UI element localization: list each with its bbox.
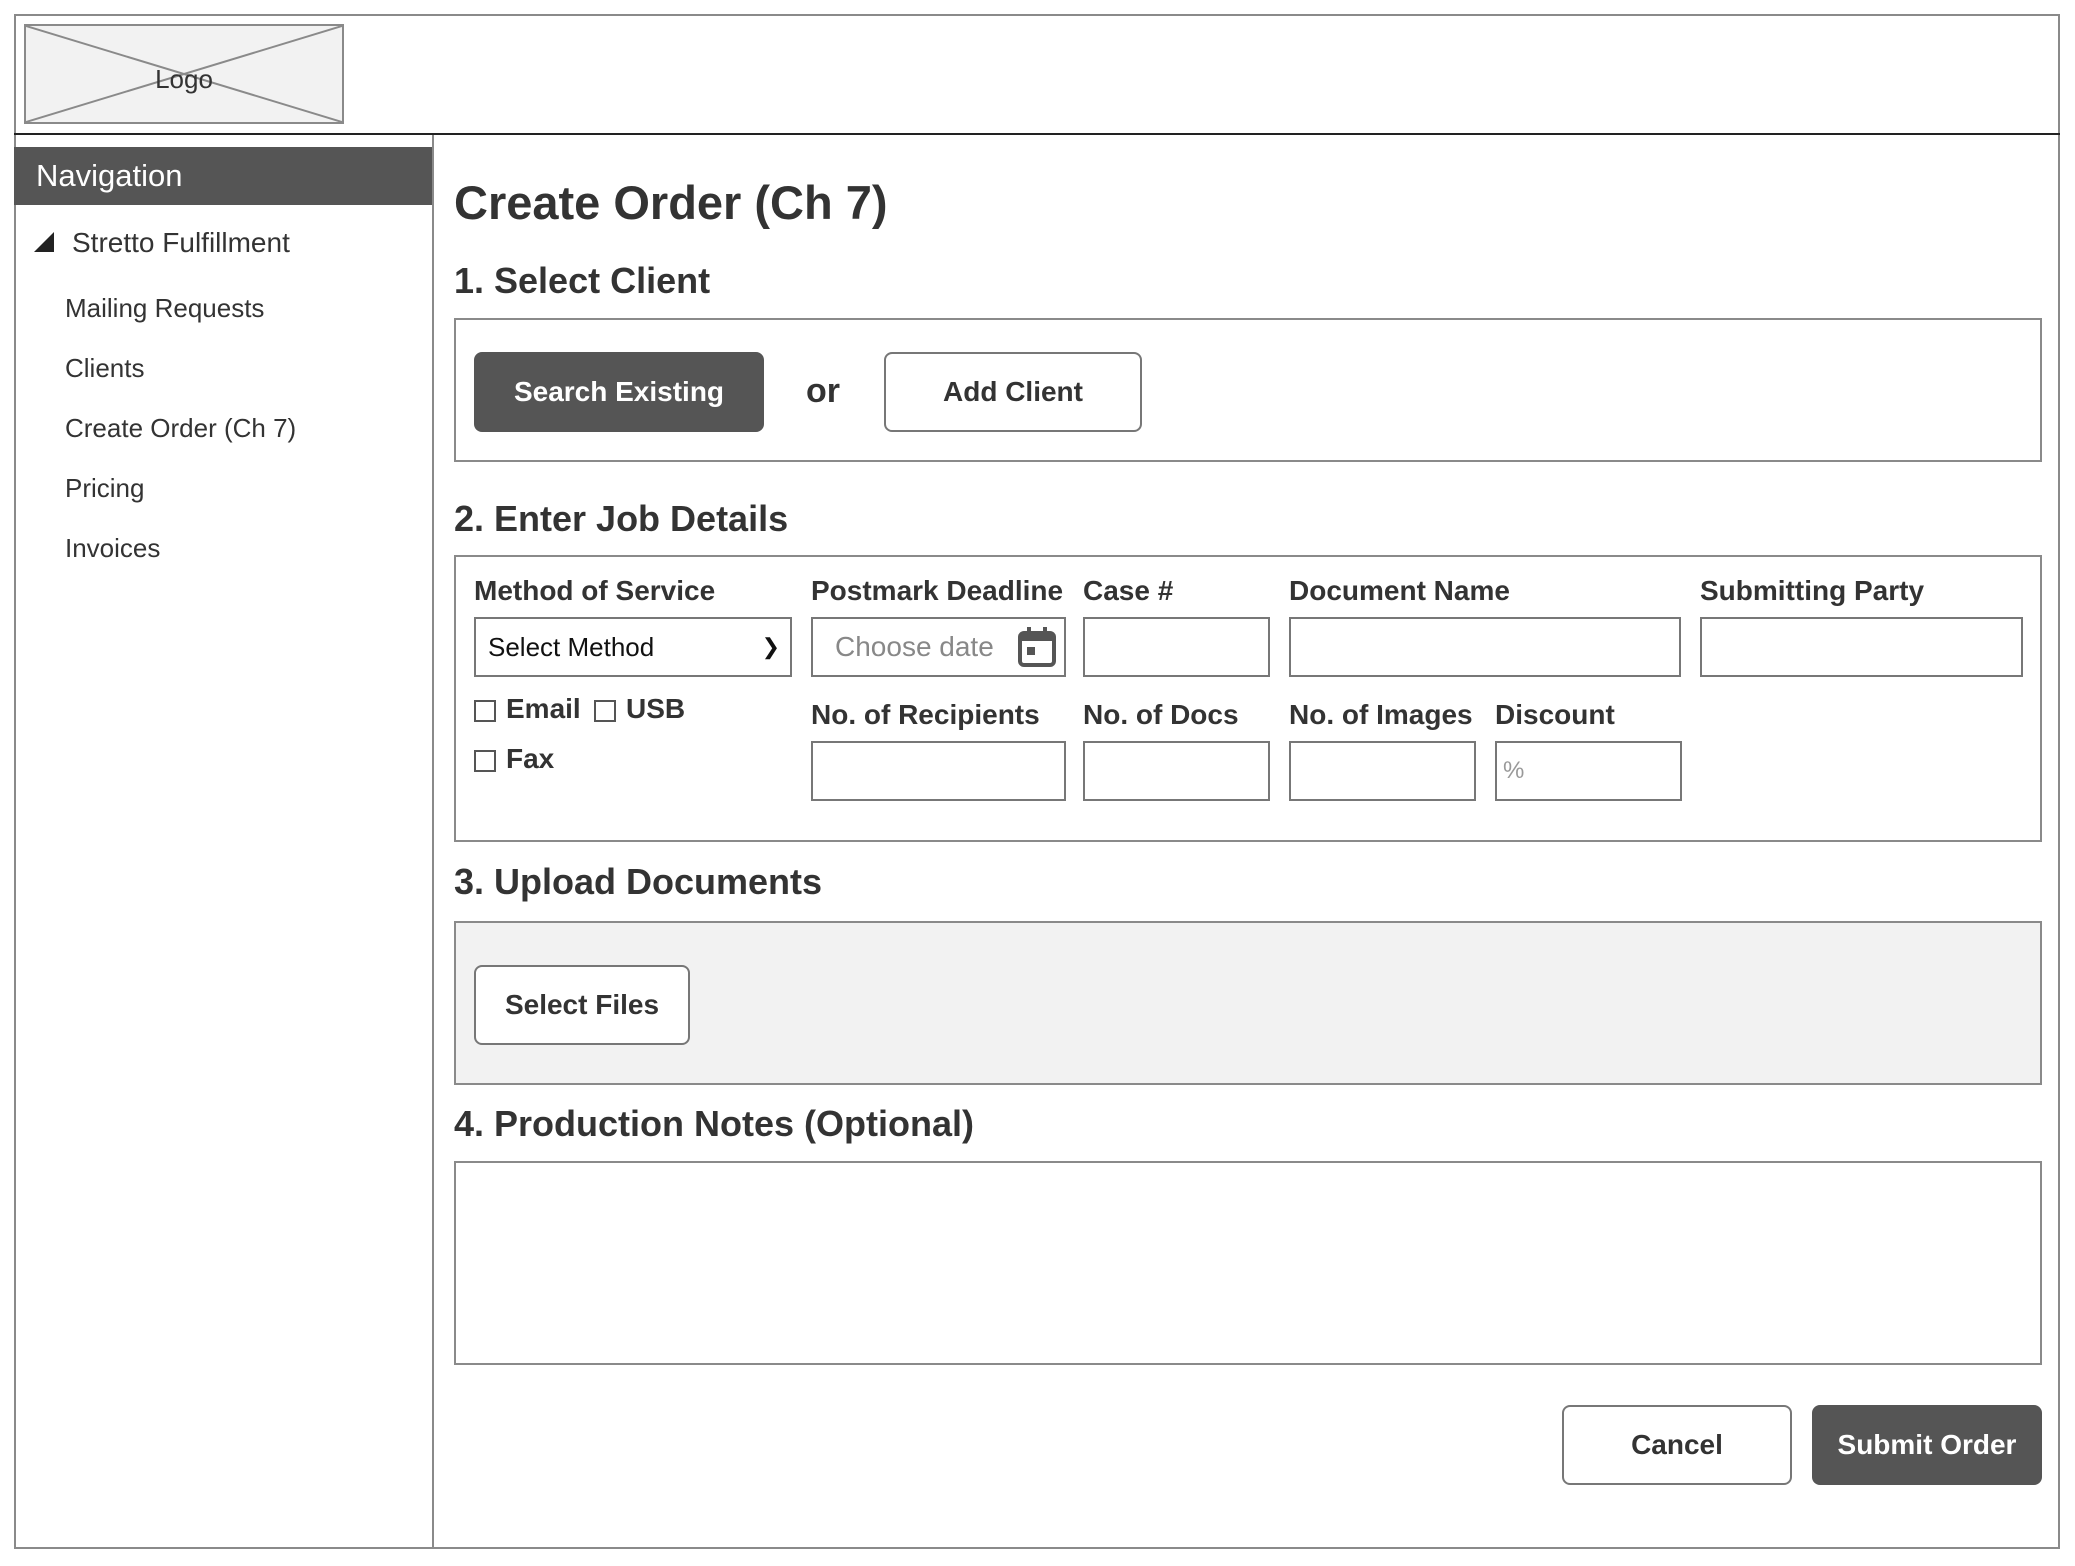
submitting-party-label: Submitting Party (1700, 575, 1925, 606)
usb-checkbox-label: USB (626, 693, 686, 724)
nav-item-clients[interactable]: Clients (65, 353, 144, 384)
method-of-service-label: Method of Service (474, 575, 716, 606)
postmark-deadline-label: Postmark Deadline (811, 575, 1064, 606)
chevron-down-icon: ❯ (761, 634, 780, 659)
fax-checkbox[interactable] (474, 750, 496, 772)
recipients-label: No. of Recipients (811, 699, 1040, 730)
add-client-button[interactable]: Add Client (884, 352, 1142, 432)
nav-group-label: Stretto Fulfillment (72, 227, 290, 258)
section-select-client-title: 1. Select Client (454, 260, 711, 301)
submitting-party-input[interactable] (1700, 617, 2023, 677)
docs-label: No. of Docs (1083, 699, 1239, 730)
document-name-label: Document Name (1289, 575, 1510, 606)
usb-checkbox[interactable] (594, 700, 616, 722)
select-client-panel: Search Existing or Add Client (454, 318, 2042, 462)
docs-input[interactable] (1083, 741, 1270, 801)
method-selected-value: Select Method (488, 632, 655, 662)
document-name-input[interactable] (1289, 617, 1681, 677)
production-notes-textarea[interactable] (454, 1161, 2042, 1365)
sidebar: Navigation Stretto Fulfillment Mailing R… (14, 135, 434, 1549)
cancel-button[interactable]: Cancel (1562, 1405, 1792, 1485)
search-existing-button[interactable]: Search Existing (474, 352, 764, 432)
logo-text: Logo (155, 64, 213, 94)
discount-input[interactable]: % (1495, 741, 1682, 801)
collapse-triangle-icon[interactable] (34, 231, 54, 252)
images-label: No. of Images (1289, 699, 1473, 730)
case-number-label: Case # (1083, 575, 1174, 606)
case-number-input[interactable] (1083, 617, 1270, 677)
upload-dropzone[interactable]: Select Files (454, 921, 2042, 1085)
section-job-details-title: 2. Enter Job Details (454, 498, 789, 539)
email-checkbox[interactable] (474, 700, 496, 722)
section-upload-title: 3. Upload Documents (454, 861, 823, 902)
fax-checkbox-label: Fax (506, 743, 555, 774)
nav-item-invoices[interactable]: Invoices (65, 533, 160, 564)
discount-placeholder: % (1503, 757, 1525, 784)
nav-title: Navigation (14, 147, 432, 205)
calendar-icon[interactable] (1018, 627, 1056, 667)
header: Logo (14, 14, 2060, 135)
nav-item-mailing-requests[interactable]: Mailing Requests (65, 293, 264, 324)
select-files-button[interactable]: Select Files (474, 965, 690, 1045)
page-title: Create Order (Ch 7) (454, 176, 888, 229)
logo: Logo (24, 24, 344, 124)
nav-group-stretto-fulfillment[interactable]: Stretto Fulfillment (34, 227, 290, 259)
nav-item-create-order[interactable]: Create Order (Ch 7) (65, 413, 296, 444)
recipients-input[interactable] (811, 741, 1066, 801)
date-placeholder: Choose date (835, 631, 994, 662)
postmark-deadline-input[interactable]: Choose date (811, 617, 1066, 677)
discount-label: Discount (1495, 699, 1615, 730)
images-input[interactable] (1289, 741, 1476, 801)
or-text: or (806, 372, 840, 410)
section-notes-title: 4. Production Notes (Optional) (454, 1103, 974, 1144)
job-details-panel: Method of Service Select Method ❯ Postma… (454, 555, 2042, 842)
nav-item-pricing[interactable]: Pricing (65, 473, 144, 504)
submit-order-button[interactable]: Submit Order (1812, 1405, 2042, 1485)
method-of-service-select[interactable]: Select Method ❯ (474, 617, 792, 677)
email-checkbox-label: Email (506, 693, 581, 724)
